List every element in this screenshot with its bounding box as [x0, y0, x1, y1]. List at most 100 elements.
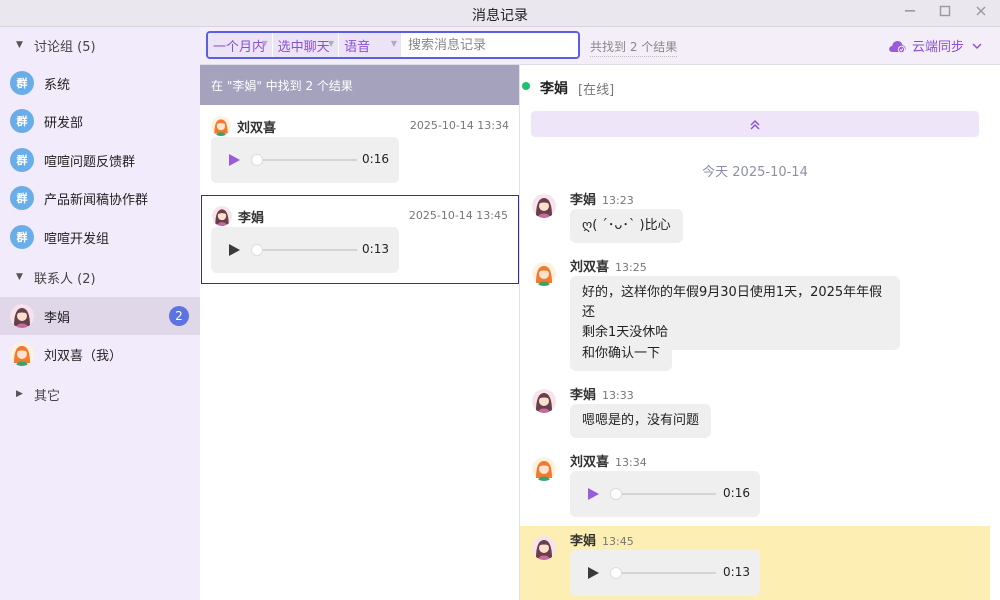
- sidebar-item-label: 喧喧问题反馈群: [44, 154, 136, 170]
- sidebar-item-group-system[interactable]: 群 系统: [0, 64, 200, 102]
- sidebar-item-contact-self[interactable]: 刘双喜（我）: [0, 335, 200, 373]
- voice-progress-knob[interactable]: [610, 488, 622, 500]
- voice-progress-knob[interactable]: [251, 244, 263, 256]
- chat-scope-value: 选中聊天: [277, 39, 330, 55]
- time-range-select[interactable]: 一个月内 ▼: [208, 33, 273, 57]
- voice-message[interactable]: 0:16: [570, 471, 760, 517]
- search-toolbar: 一个月内 ▼ 选中聊天 ▼ 语音 ▼ 共找到 2 个结果 云端同步: [200, 27, 1000, 65]
- avatar[interactable]: [532, 194, 556, 218]
- chevron-down-icon: ▼: [390, 39, 397, 48]
- chat-header: 李娟 [在线]: [520, 65, 990, 109]
- sidebar-item-group-feedback[interactable]: 群 喧喧问题反馈群: [0, 141, 200, 179]
- sender-name: 刘双喜: [237, 120, 277, 136]
- load-more-button[interactable]: [531, 111, 979, 137]
- sidebar-item-group-rd[interactable]: 群 研发部: [0, 102, 200, 140]
- avatar[interactable]: [532, 389, 556, 413]
- search-filter-group: 一个月内 ▼ 选中聊天 ▼ 语音 ▼: [206, 31, 580, 59]
- message-bubble: 嗯嗯是的，没有问题: [570, 404, 712, 438]
- message-bubble: 和你确认一下: [570, 337, 673, 371]
- play-icon[interactable]: [588, 488, 599, 500]
- chat-scope-select[interactable]: 选中聊天 ▼: [272, 33, 340, 57]
- voice-duration: 0:13: [723, 565, 750, 579]
- title-bar: 消息记录: [0, 0, 1000, 27]
- voice-message[interactable]: 0:13: [211, 227, 399, 273]
- voice-progress-knob[interactable]: [610, 567, 622, 579]
- play-icon[interactable]: [588, 567, 599, 579]
- avatar: [211, 116, 231, 136]
- message-time: 13:23: [602, 194, 634, 207]
- sidebar-item-label: 刘双喜（我）: [44, 348, 123, 364]
- sender-name: 李娟: [570, 193, 597, 208]
- sidebar-item-group-dev[interactable]: 群 喧喧开发组: [0, 218, 200, 256]
- chat-title: 李娟: [540, 81, 568, 97]
- chevron-down-icon: ▼: [261, 39, 268, 48]
- results-header: 在 "李娟" 中找到 2 个结果: [200, 65, 519, 105]
- voice-progress-track: [257, 249, 357, 251]
- message-type-select[interactable]: 语音 ▼: [339, 33, 402, 57]
- play-icon[interactable]: [229, 154, 240, 166]
- others-header-label: 其它: [34, 388, 61, 404]
- cloud-icon: [889, 40, 906, 53]
- message-meta: 李娟 13:23: [570, 189, 634, 208]
- voice-progress-track: [616, 493, 716, 495]
- minimize-icon[interactable]: [900, 4, 920, 22]
- date-separator: 今天 2025-10-14: [702, 165, 808, 180]
- chevron-down-icon: [972, 43, 982, 49]
- voice-message[interactable]: 0:13: [570, 550, 760, 596]
- avatar: [212, 206, 232, 226]
- group-icon: 群: [10, 225, 34, 249]
- message-meta: 李娟 13:45: [570, 530, 634, 549]
- group-icon: 群: [10, 109, 34, 133]
- result-item-selected[interactable]: 李娟 2025-10-14 13:45 0:13: [201, 195, 519, 284]
- message-time: 13:25: [615, 261, 647, 274]
- result-count: 共找到 2 个结果: [590, 38, 678, 57]
- result-item[interactable]: 刘双喜 2025-10-14 13:34 0:16: [201, 106, 519, 195]
- voice-progress-knob[interactable]: [251, 154, 263, 166]
- voice-progress-track: [257, 159, 357, 161]
- avatar[interactable]: [532, 262, 556, 286]
- avatar[interactable]: [532, 536, 556, 560]
- message-time: 13:33: [602, 389, 634, 402]
- result-sender: 刘双喜: [211, 116, 276, 136]
- message-time: 13:34: [615, 456, 647, 469]
- close-icon[interactable]: [971, 4, 991, 22]
- contacts-section-header[interactable]: ▼ 联系人 (2): [0, 259, 200, 295]
- sidebar: ▼ 讨论组 (5) 群 系统 群 研发部 群 喧喧问题反馈群 群 产品新闻稿协作…: [0, 27, 200, 600]
- sender-name: 刘双喜: [570, 260, 610, 275]
- voice-duration: 0:16: [362, 152, 389, 166]
- caret-down-icon: ▼: [16, 272, 23, 282]
- online-status-dot: [522, 82, 530, 90]
- sender-name: 李娟: [570, 388, 597, 403]
- unread-badge: 2: [169, 306, 189, 326]
- group-icon: 群: [10, 148, 34, 172]
- voice-duration: 0:13: [362, 242, 389, 256]
- result-sender: 李娟: [212, 206, 264, 226]
- groups-section-header[interactable]: ▼ 讨论组 (5): [0, 27, 200, 63]
- avatar: [10, 342, 34, 366]
- window-title: 消息记录: [472, 8, 528, 24]
- voice-duration: 0:16: [723, 486, 750, 500]
- double-chevron-up-icon: [750, 119, 760, 129]
- message-line: 好的，这样你的年假9月30日使用1天，2025年年假还: [582, 285, 883, 320]
- chat-scrollbar[interactable]: [990, 65, 1000, 600]
- avatar: [10, 304, 34, 328]
- play-icon[interactable]: [229, 244, 240, 256]
- sidebar-item-label: 喧喧开发组: [44, 231, 110, 247]
- message-meta: 刘双喜 13:34: [570, 451, 647, 470]
- sidebar-item-label: 研发部: [44, 115, 84, 131]
- avatar[interactable]: [532, 457, 556, 481]
- maximize-icon[interactable]: [935, 4, 955, 22]
- cloud-sync-button[interactable]: 云端同步: [888, 36, 982, 55]
- sidebar-item-label: 产品新闻稿协作群: [44, 192, 149, 208]
- sidebar-item-contact-lijuan[interactable]: 李娟 2: [0, 297, 200, 335]
- voice-message[interactable]: 0:16: [211, 137, 399, 183]
- cloud-sync-label: 云端同步: [911, 40, 964, 55]
- sidebar-item-group-press[interactable]: 群 产品新闻稿协作群: [0, 179, 200, 217]
- group-icon: 群: [10, 186, 34, 210]
- others-section-header[interactable]: ▶ 其它: [0, 376, 200, 412]
- message-bubble: ღ( ´･ᴗ･` )比心: [570, 209, 683, 243]
- search-input[interactable]: [402, 33, 578, 57]
- result-time: 2025-10-14 13:45: [408, 209, 508, 222]
- chat-history-panel: 李娟 [在线] 今天 2025-10-14 李娟 13:23 ღ( ´･ᴗ･` )…: [520, 65, 1000, 600]
- sender-name: 李娟: [238, 210, 265, 226]
